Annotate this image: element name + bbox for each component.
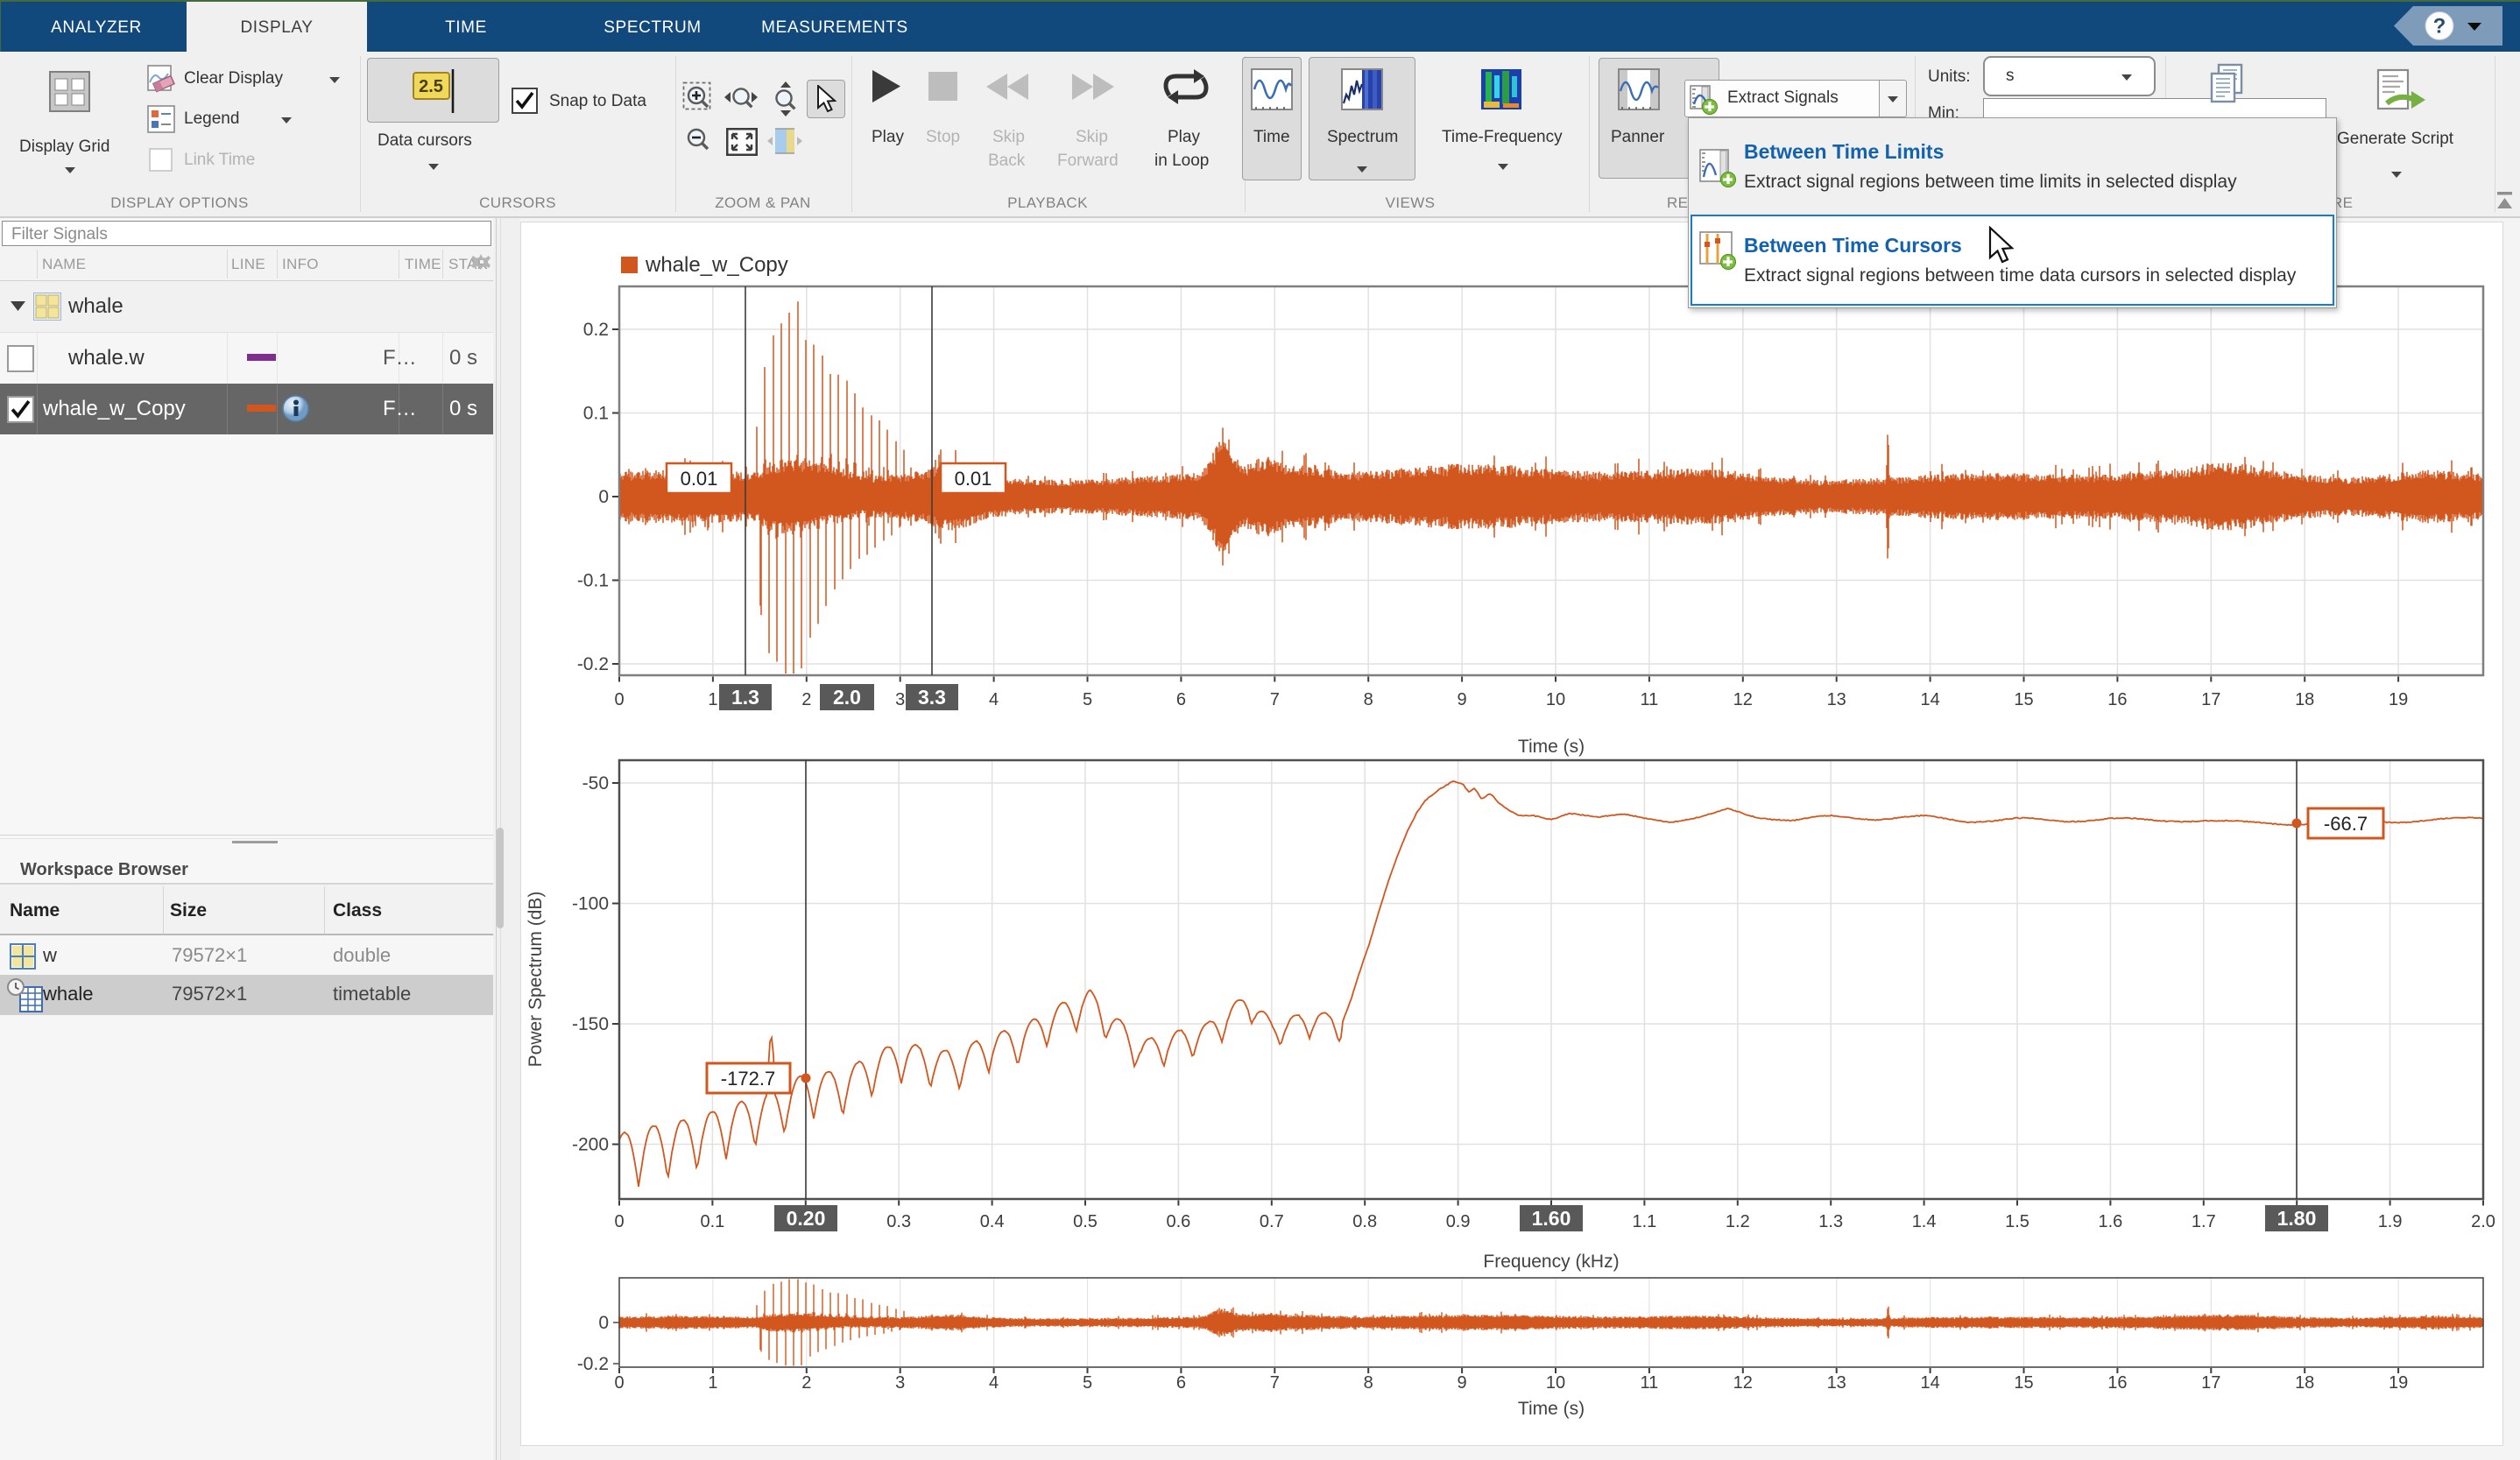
svg-text:6: 6 [1176,1373,1186,1393]
svg-text:18: 18 [2295,690,2314,709]
svg-text:18: 18 [2295,1373,2314,1393]
svg-text:-0.1: -0.1 [577,571,609,591]
svg-text:12: 12 [1733,1373,1753,1393]
svg-text:2: 2 [801,690,811,709]
svg-text:15: 15 [2014,690,2033,709]
svg-text:10: 10 [1546,1373,1565,1393]
svg-text:0.9: 0.9 [1446,1212,1471,1231]
svg-text:0: 0 [598,487,609,507]
svg-text:9: 9 [1458,1373,1467,1393]
svg-text:1.9: 1.9 [2378,1212,2403,1231]
svg-text:1.4: 1.4 [1912,1212,1937,1231]
svg-text:-150: -150 [572,1014,609,1034]
svg-text:12: 12 [1733,690,1753,709]
svg-text:17: 17 [2201,1373,2220,1393]
svg-text:0.5: 0.5 [1073,1212,1098,1231]
svg-text:whale_w_Copy: whale_w_Copy [645,253,788,277]
svg-text:1.1: 1.1 [1632,1212,1656,1231]
svg-text:2.5: 2.5 [419,77,443,96]
svg-text:?: ? [2433,15,2446,39]
svg-text:0: 0 [614,690,624,709]
svg-text:17: 17 [2201,690,2220,709]
svg-text:8: 8 [1364,1373,1373,1393]
svg-text:19: 19 [2389,1373,2408,1393]
svg-text:7: 7 [1270,690,1280,709]
svg-text:0.20: 0.20 [787,1207,826,1230]
svg-text:1.3: 1.3 [731,686,759,709]
svg-text:11: 11 [1641,690,1659,709]
svg-text:0.4: 0.4 [980,1212,1005,1231]
svg-text:3.3: 3.3 [918,686,946,709]
svg-text:0.2: 0.2 [583,320,609,340]
svg-text:8: 8 [1364,690,1373,709]
svg-text:10: 10 [1546,690,1565,709]
svg-text:13: 13 [1827,1373,1846,1393]
svg-text:1.5: 1.5 [2005,1212,2029,1231]
svg-text:1.3: 1.3 [1818,1212,1843,1231]
svg-text:13: 13 [1827,690,1846,709]
svg-text:0.01: 0.01 [681,468,718,490]
svg-text:1.80: 1.80 [2277,1207,2317,1230]
svg-text:2.0: 2.0 [2471,1212,2495,1231]
svg-text:1: 1 [708,1373,717,1393]
svg-text:1.6: 1.6 [2098,1212,2122,1231]
svg-text:6: 6 [1176,690,1186,709]
svg-text:-0.2: -0.2 [577,654,609,674]
svg-text:0.01: 0.01 [955,468,992,490]
svg-text:11: 11 [1641,1373,1659,1393]
svg-text:2.0: 2.0 [833,686,861,709]
svg-text:1.7: 1.7 [2192,1212,2216,1231]
svg-text:0: 0 [614,1212,624,1231]
svg-text:0.7: 0.7 [1260,1212,1284,1231]
svg-text:5: 5 [1083,690,1092,709]
svg-text:4: 4 [989,690,999,709]
svg-text:Time (s): Time (s) [1518,1399,1585,1419]
svg-text:16: 16 [2107,1373,2127,1393]
svg-text:1.60: 1.60 [1532,1207,1571,1230]
svg-text:Frequency (kHz): Frequency (kHz) [1483,1252,1619,1272]
svg-text:9: 9 [1458,690,1467,709]
svg-text:19: 19 [2389,690,2408,709]
svg-text:0.1: 0.1 [700,1212,724,1231]
svg-text:-200: -200 [572,1135,609,1155]
svg-text:Time (s): Time (s) [1518,737,1585,757]
svg-text:0: 0 [614,1373,624,1393]
svg-text:-172.7: -172.7 [721,1068,775,1090]
svg-text:16: 16 [2107,690,2127,709]
svg-text:0: 0 [598,1313,609,1333]
svg-text:-66.7: -66.7 [2324,813,2368,835]
svg-text:1: 1 [708,690,717,709]
svg-text:-100: -100 [572,894,609,914]
svg-text:14: 14 [1920,690,1939,709]
svg-text:Power Spectrum (dB): Power Spectrum (dB) [526,892,546,1068]
svg-text:1.2: 1.2 [1726,1212,1750,1231]
svg-text:7: 7 [1270,1373,1280,1393]
svg-text:2: 2 [801,1373,811,1393]
svg-text:3: 3 [895,690,905,709]
svg-text:0.6: 0.6 [1166,1212,1190,1231]
svg-text:0.3: 0.3 [886,1212,911,1231]
svg-text:0.1: 0.1 [583,404,609,424]
svg-text:-50: -50 [582,773,609,793]
svg-text:15: 15 [2014,1373,2033,1393]
svg-text:-0.2: -0.2 [577,1354,609,1374]
svg-text:14: 14 [1920,1373,1939,1393]
svg-text:5: 5 [1083,1373,1092,1393]
svg-text:0.8: 0.8 [1352,1212,1377,1231]
svg-text:3: 3 [895,1373,905,1393]
svg-text:4: 4 [989,1373,999,1393]
